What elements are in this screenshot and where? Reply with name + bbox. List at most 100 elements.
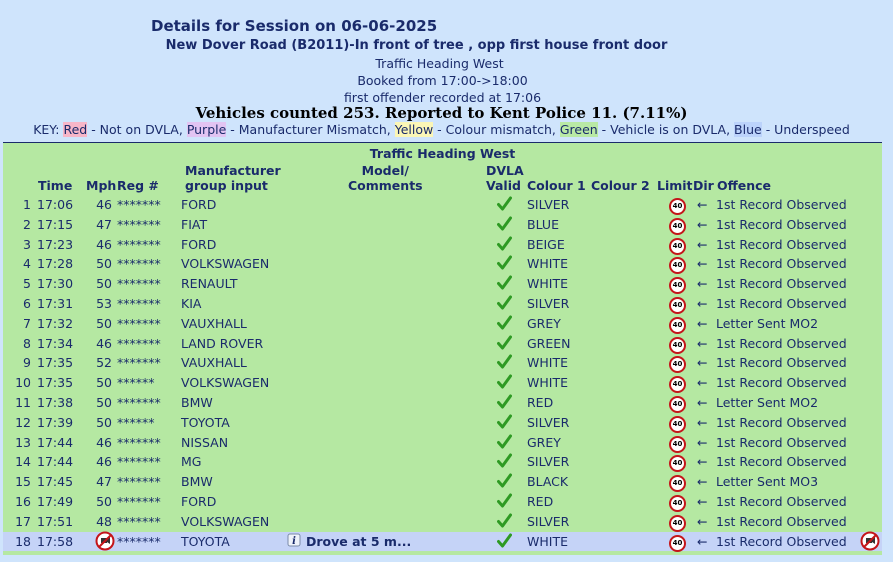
table-row[interactable]: 9 17:35 52 ******* VAUXHALL WHITE 40 ← 1st Recor…: [3, 353, 882, 374]
row-offence: 1st Record Observed: [716, 355, 847, 371]
speed-limit-40-icon: 40: [669, 216, 686, 235]
row-reg: *******: [117, 335, 161, 351]
header-dvla: DVLA Valid: [486, 163, 524, 193]
table-row[interactable]: 11 17:38 50 ******* BMW RED 40 ← Letter Sent MO2: [3, 393, 882, 413]
table-row[interactable]: 8 17:34 46 ******* LAND ROVER GREEN 40 ← 1st Rec…: [3, 334, 882, 354]
limit-value: 40: [669, 237, 686, 255]
row-number: 5: [23, 276, 31, 292]
row-direction: ←: [697, 197, 708, 212]
row-time: 17:51: [37, 513, 74, 529]
row-colour1: SILVER: [527, 454, 570, 470]
table-row[interactable]: 15 17:45 47 ******* BMW BLACK 40 ← Letter Sent M…: [3, 472, 882, 493]
row-colour1: BEIGE: [527, 236, 565, 252]
table-row[interactable]: 12 17:39 50 ****** TOYOTA SILVER 40 ← 1st Record…: [3, 413, 882, 433]
table-row[interactable]: 16 17:49 50 ******* FORD RED 40 ← 1st Record Obs…: [3, 492, 882, 512]
row-mph: 50: [96, 315, 112, 331]
row-direction: ←: [697, 533, 708, 549]
table-row[interactable]: 7 17:32 50 ******* VAUXHALL GREY 40 ← Letter Sen…: [3, 314, 882, 334]
row-manufacturer: FORD: [181, 236, 217, 252]
row-direction: ←: [697, 296, 708, 311]
row-direction: ←: [697, 395, 708, 410]
row-manufacturer: FORD: [181, 197, 217, 212]
table-row[interactable]: 13 17:44 46 ******* NISSAN GREY 40 ← 1st Record …: [3, 433, 882, 453]
row-number: 16: [15, 494, 31, 509]
row-number: 1: [23, 197, 31, 212]
speed-limit-40-icon: 40: [669, 236, 686, 255]
row-colour1: SILVER: [527, 414, 570, 430]
row-direction: ←: [697, 276, 708, 292]
limit-value: 40: [669, 198, 686, 215]
row-manufacturer: BMW: [181, 395, 213, 410]
row-colour1: GREEN: [527, 335, 571, 351]
table-row[interactable]: 2 17:15 47 ******* FIAT BLUE 40 ← 1st Record Obs…: [3, 215, 882, 235]
row-reg: *******: [117, 197, 161, 212]
row-direction: ←: [697, 216, 708, 232]
row-mph: 47: [96, 474, 112, 490]
limit-value: 40: [669, 336, 686, 354]
row-offence: 1st Record Observed: [716, 454, 847, 470]
table-row[interactable]: 3 17:23 46 ******* FORD BEIGE 40 ← 1st Record Ob…: [3, 235, 882, 255]
row-direction: ←: [697, 434, 708, 450]
row-comment[interactable]: Drove at 5 m...: [306, 534, 411, 549]
header-dvla-line1: DVLA: [486, 163, 524, 178]
row-colour1: BLUE: [527, 216, 559, 232]
key-red: Red: [63, 122, 88, 137]
row-mph: 46: [96, 434, 112, 450]
speed-limit-40-icon: 40: [669, 394, 686, 413]
table-row[interactable]: 10 17:35 50 ****** VOLKSWAGEN WHITE 40 ← 1st Rec…: [3, 373, 882, 394]
table-row[interactable]: 14 17:44 46 ******* MG SILVER 40 ← 1st Record Ob…: [3, 452, 882, 473]
check-icon: [497, 453, 512, 468]
row-direction: ←: [697, 494, 708, 509]
row-direction: ←: [697, 256, 708, 272]
row-reg: *******: [117, 474, 161, 490]
table-row[interactable]: 17 17:51 48 ******* VOLKSWAGEN SILVER 40 ← 1st R…: [3, 512, 882, 532]
speed-limit-40-icon: 40: [669, 453, 686, 473]
row-offence: 1st Record Observed: [716, 375, 847, 391]
row-time: 17:44: [37, 434, 74, 450]
row-time: 17:28: [37, 256, 74, 272]
speed-limit-40-icon: 40: [669, 493, 686, 512]
row-offence: 1st Record Observed: [716, 434, 847, 450]
row-manufacturer: VOLKSWAGEN: [181, 375, 270, 391]
no-camera-icon[interactable]: [95, 531, 115, 551]
row-time: 17:39: [37, 414, 74, 430]
table-row[interactable]: 6 17:31 53 ******* KIA SILVER 40 ← 1st Record Ob…: [3, 294, 882, 314]
limit-value: 40: [669, 396, 686, 413]
first-offender: first offender recorded at 17:06: [343, 90, 542, 105]
no-camera-icon[interactable]: [860, 531, 880, 551]
row-manufacturer: FIAT: [181, 216, 208, 232]
check-icon: [497, 434, 512, 449]
limit-value: 40: [669, 475, 686, 493]
speed-limit-40-icon: 40: [669, 354, 686, 374]
limit-value: 40: [669, 415, 686, 433]
table-row[interactable]: 1 17:06 46 ******* FORD SILVER 40 ← 1st Record O…: [3, 195, 882, 215]
limit-value: 40: [669, 376, 686, 394]
table-row[interactable]: 18 17:58 ******* TOYOTA i Drove at 5 m... WHIT…: [3, 531, 882, 552]
row-time: 17:38: [37, 395, 74, 410]
row-manufacturer: VAUXHALL: [181, 315, 247, 331]
row-time: 17:35: [37, 355, 74, 371]
row-number: 6: [23, 296, 31, 311]
limit-value: 40: [669, 495, 686, 512]
row-direction: ←: [697, 315, 708, 331]
row-time: 17:44: [37, 454, 74, 470]
row-number: 13: [15, 434, 31, 450]
row-reg: ******: [117, 375, 155, 391]
info-icon[interactable]: i: [287, 533, 301, 547]
row-time: 17:15: [37, 216, 74, 232]
limit-value: 40: [669, 316, 686, 334]
check-icon: [497, 275, 512, 290]
speed-limit-40-icon: 40: [669, 473, 686, 493]
key-blue-desc: - Underspeed: [761, 122, 850, 137]
row-number: 17: [15, 513, 31, 529]
table-row[interactable]: 4 17:28 50 ******* VOLKSWAGEN WHITE 40 ← 1st Rec…: [3, 254, 882, 275]
row-offence: Letter Sent MO3: [716, 474, 819, 490]
key-yellow: Yellow: [394, 122, 434, 137]
row-manufacturer: NISSAN: [181, 434, 229, 450]
row-mph: 50: [96, 395, 112, 410]
row-manufacturer: VAUXHALL: [181, 355, 247, 371]
row-direction: ←: [697, 474, 708, 490]
limit-value: 40: [669, 277, 686, 295]
row-reg: *******: [117, 533, 161, 549]
table-row[interactable]: 5 17:30 50 ******* RENAULT WHITE 40 ← 1st Record…: [3, 274, 882, 295]
